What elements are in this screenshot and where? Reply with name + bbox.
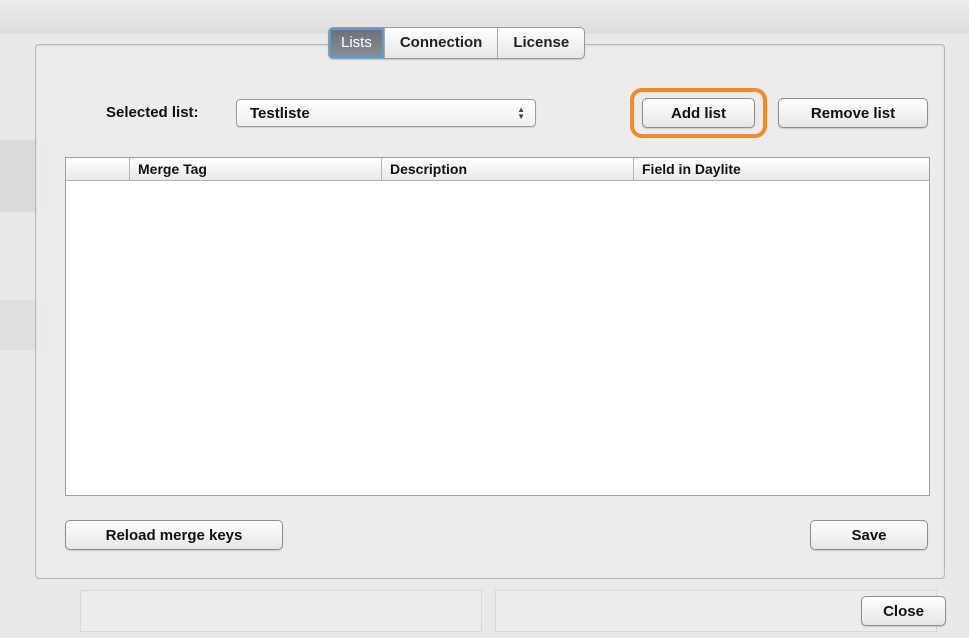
column-header-merge-tag[interactable]: Merge Tag xyxy=(129,158,381,180)
tab-license[interactable]: License xyxy=(497,28,584,58)
table-header: Merge Tag Description Field in Daylite xyxy=(66,158,929,181)
tab-lists[interactable]: Lists xyxy=(329,28,384,58)
popup-arrows-icon: ▲ ▼ xyxy=(517,105,525,121)
merge-tag-table[interactable]: Merge Tag Description Field in Daylite xyxy=(65,157,930,496)
background-toolbar-shadow xyxy=(78,69,938,91)
column-header-field-in-daylite[interactable]: Field in Daylite xyxy=(633,158,929,180)
tab-connection[interactable]: Connection xyxy=(383,28,498,58)
remove-list-button[interactable]: Remove list xyxy=(778,98,928,128)
add-list-button[interactable]: Add list xyxy=(642,98,755,128)
selected-list-popup[interactable]: Testliste ▲ ▼ xyxy=(236,99,536,127)
selected-list-label: Selected list: xyxy=(106,104,199,121)
reload-merge-keys-button[interactable]: Reload merge keys xyxy=(65,520,283,550)
column-header-description[interactable]: Description xyxy=(381,158,633,180)
save-button[interactable]: Save xyxy=(810,520,928,550)
background-panel xyxy=(80,590,482,632)
close-button[interactable]: Close xyxy=(861,596,946,626)
selected-list-value: Testliste xyxy=(250,105,310,122)
tab-bar: Lists Connection License xyxy=(328,27,586,59)
